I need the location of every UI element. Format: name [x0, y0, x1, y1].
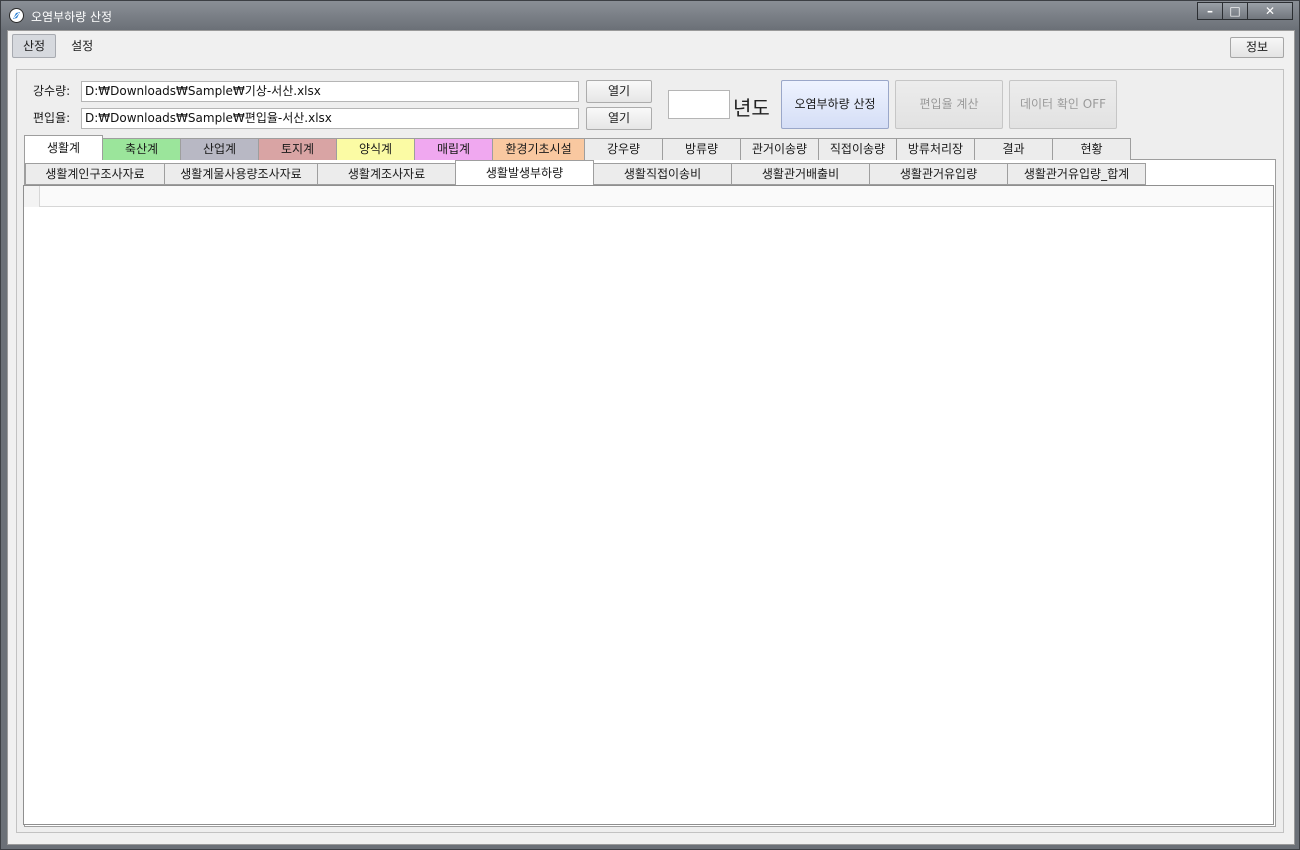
tab-treatment-plant[interactable]: 방류처리장: [896, 138, 975, 160]
app-window: 오염부하량 산정 – □ ✕ 산정 설정 정보 강수량: D:₩Download…: [0, 0, 1300, 850]
tab-environmental-facility[interactable]: 환경기초시설: [492, 138, 585, 160]
main-panel: 강수량: D:₩Downloads₩Sample₩기상-서산.xlsx 열기 편…: [16, 69, 1284, 833]
maximize-icon[interactable]: □: [1222, 2, 1248, 20]
subtab-sewer-inflow-total[interactable]: 생활관거유입량_합계: [1007, 163, 1146, 185]
subtab-direct-transfer-ratio[interactable]: 생활직접이송비: [593, 163, 732, 185]
subtab-water-usage-survey[interactable]: 생활계물사용량조사자료: [164, 163, 318, 185]
window-title: 오염부하량 산정: [31, 10, 113, 24]
window-controls: – □ ✕: [1197, 2, 1293, 20]
subtab-sewer-discharge-ratio[interactable]: 생활관거배출비: [731, 163, 870, 185]
tab-sewer-transfer[interactable]: 관거이송량: [740, 138, 819, 160]
rainfall-open-button[interactable]: 열기: [586, 80, 652, 103]
tab-aquaculture[interactable]: 양식계: [336, 138, 415, 160]
menu-tab-calculate[interactable]: 산정: [12, 34, 57, 58]
incorporation-path-field[interactable]: D:₩Downloads₩Sample₩편입율-서산.xlsx: [81, 108, 579, 129]
calculate-load-button[interactable]: 오염부하량 산정: [781, 80, 889, 129]
incorporation-label: 편입율:: [33, 111, 71, 125]
tab-result[interactable]: 결과: [974, 138, 1053, 160]
incorporation-open-button[interactable]: 열기: [586, 107, 652, 130]
tab-status[interactable]: 현황: [1052, 138, 1131, 160]
rainfall-label: 강수량:: [33, 84, 71, 98]
minimize-icon[interactable]: –: [1197, 2, 1223, 20]
subtab-generated-load[interactable]: 생활발생부하량: [455, 160, 594, 185]
top-menu: 산정 설정: [12, 34, 108, 60]
client-area: 산정 설정 정보 강수량: D:₩Downloads₩Sample₩기상-서산.…: [7, 30, 1295, 845]
tab-landfill[interactable]: 매립계: [414, 138, 493, 160]
tab-direct-transfer[interactable]: 직접이송량: [818, 138, 897, 160]
year-suffix-label: 년도: [733, 96, 770, 120]
calculate-incorporation-button[interactable]: 편입율 계산: [895, 80, 1003, 129]
subtab-sewer-inflow[interactable]: 생활관거유입량: [869, 163, 1008, 185]
year-input[interactable]: [668, 90, 730, 119]
tab-rainfall[interactable]: 강우량: [584, 138, 663, 160]
subtab-population-survey[interactable]: 생활계인구조사자료: [25, 163, 165, 185]
tab-residential[interactable]: 생활계: [24, 135, 103, 160]
tab-land[interactable]: 토지계: [258, 138, 337, 160]
close-icon[interactable]: ✕: [1247, 2, 1293, 20]
menu-tab-settings[interactable]: 설정: [60, 34, 104, 58]
info-button[interactable]: 정보: [1230, 37, 1284, 58]
grid-header-row: [24, 186, 1273, 207]
data-grid[interactable]: [23, 185, 1274, 825]
subtab-residential-survey[interactable]: 생활계조사자료: [317, 163, 456, 185]
tab-discharge[interactable]: 방류량: [662, 138, 741, 160]
tab-livestock[interactable]: 축산계: [102, 138, 181, 160]
rainfall-path-field[interactable]: D:₩Downloads₩Sample₩기상-서산.xlsx: [81, 81, 579, 102]
grid-corner-cell[interactable]: [24, 186, 40, 207]
tab-industrial[interactable]: 산업계: [180, 138, 259, 160]
app-logo-icon: [9, 8, 24, 23]
data-check-toggle-button[interactable]: 데이터 확인 OFF: [1009, 80, 1117, 129]
title-bar[interactable]: 오염부하량 산정 – □ ✕: [1, 1, 1299, 29]
